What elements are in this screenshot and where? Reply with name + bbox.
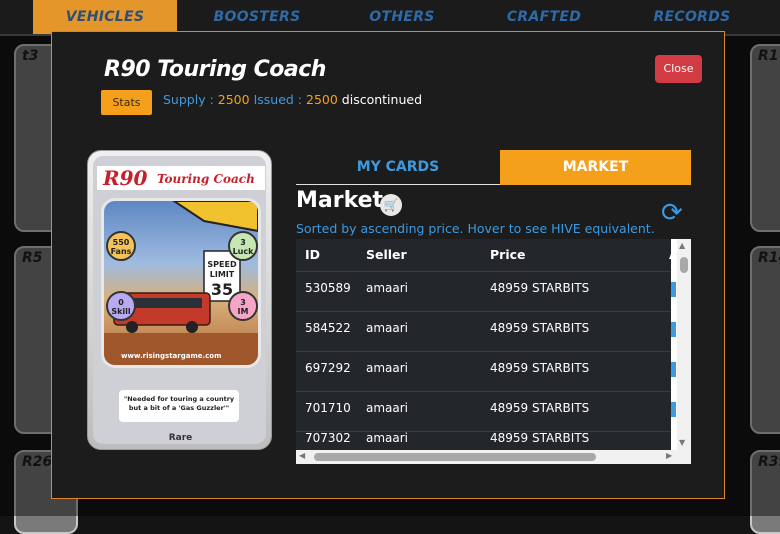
row-seller: amaari [366, 321, 409, 335]
issued-label: Issued : [253, 92, 303, 107]
row-price: 48959 STARBITS [490, 281, 590, 295]
buy-button[interactable] [671, 282, 676, 297]
card-caption: "Needed for touring a country but a bit … [119, 390, 239, 422]
column-price[interactable]: Price [490, 239, 526, 271]
skill-value: 0 [118, 298, 124, 307]
row-price: 48959 STARBITS [490, 401, 590, 415]
luck-value: 3 [240, 238, 246, 247]
card-rarity: Rare [168, 433, 193, 443]
modal-title: R90 Touring Coach [104, 57, 326, 82]
supply-value: 2500 [217, 92, 250, 107]
card-code: R90 [103, 166, 148, 190]
row-price: 48959 STARBITS [490, 361, 590, 375]
svg-text:35: 35 [211, 280, 233, 299]
cart-icon[interactable]: 🛒 [380, 194, 402, 216]
tab-others[interactable]: OTHERS [330, 0, 474, 34]
fans-label: Fans [110, 247, 132, 256]
refresh-icon[interactable]: ⟳ [661, 200, 683, 226]
im-stat: 3 IM [228, 291, 258, 321]
row-id: 530589 [305, 281, 351, 295]
buy-button[interactable] [671, 322, 676, 337]
row-seller: amaari [366, 361, 409, 375]
row-seller: amaari [366, 281, 409, 295]
scroll-left-icon[interactable]: ◀ [299, 451, 305, 460]
stats-button[interactable]: Stats [101, 90, 152, 115]
tab-boosters[interactable]: BOOSTERS [185, 0, 329, 34]
fans-value: 550 [112, 238, 130, 247]
buy-button[interactable] [671, 402, 676, 417]
card-frame: R90 Touring Coach SPEED LIMIT 35 550 Fan… [93, 156, 266, 444]
issued-value: 2500 [306, 92, 338, 107]
luck-stat: 3 Luck [228, 231, 258, 261]
card-title-banner: R90 Touring Coach [97, 166, 265, 190]
tab-market[interactable]: MARKET [500, 150, 691, 185]
row-seller: amaari [366, 401, 409, 415]
card-website: www.risingstargame.com [121, 352, 222, 360]
scroll-right-icon[interactable]: ▶ [666, 451, 672, 460]
table-header: ID Seller Price A [296, 239, 679, 271]
scroll-down-icon[interactable]: ▼ [679, 438, 685, 447]
tab-crafted[interactable]: CRAFTED [472, 0, 616, 34]
skill-label: Skill [111, 307, 131, 316]
supply-info: Supply : 2500 Issued : 2500 discontinued [163, 92, 422, 107]
im-value: 3 [240, 298, 246, 307]
vertical-scrollbar[interactable]: ▲ ▼ [677, 239, 691, 450]
luck-label: Luck [232, 247, 254, 256]
market-table: ID Seller Price A 530589 amaari 48959 ST… [296, 239, 691, 464]
im-label: IM [237, 307, 249, 316]
tab-records[interactable]: RECORDS [620, 0, 764, 34]
close-button[interactable]: Close [655, 55, 702, 83]
card-image: R90 Touring Coach SPEED LIMIT 35 550 Fan… [87, 150, 272, 450]
tab-vehicles[interactable]: VEHICLES [33, 0, 177, 34]
buy-button[interactable] [671, 362, 676, 377]
horizontal-scrollbar[interactable]: ◀ ▶ [296, 450, 691, 464]
tab-my-cards[interactable]: MY CARDS [296, 150, 500, 185]
table-row[interactable]: 584522 amaari 48959 STARBITS [296, 311, 676, 352]
bus-illustration: SPEED LIMIT 35 [104, 201, 258, 365]
status-text: discontinued [341, 92, 423, 107]
sort-note: Sorted by ascending price. Hover to see … [296, 221, 655, 236]
svg-text:LIMIT: LIMIT [210, 270, 235, 279]
fans-stat: 550 Fans [106, 231, 136, 261]
table-row[interactable]: 530589 amaari 48959 STARBITS [296, 271, 676, 312]
table-row[interactable]: 701710 amaari 48959 STARBITS [296, 391, 676, 432]
scroll-up-icon[interactable]: ▲ [679, 241, 685, 250]
row-id: 701710 [305, 401, 351, 415]
table-row[interactable]: 697292 amaari 48959 STARBITS [296, 351, 676, 392]
column-id[interactable]: ID [305, 239, 320, 271]
horizontal-scroll-thumb[interactable] [314, 453, 596, 461]
skill-stat: 0 Skill [106, 291, 136, 321]
card-detail-modal: R90 Touring Coach Close Stats Supply : 2… [51, 31, 725, 499]
vertical-scroll-thumb[interactable] [680, 257, 688, 273]
coach-illustration: SPEED LIMIT 35 550 Fans 3 Luck 0 Skill 3… [101, 198, 261, 368]
row-id: 584522 [305, 321, 351, 335]
row-id: 697292 [305, 361, 351, 375]
supply-label: Supply : [163, 92, 214, 107]
card-name: Touring Coach [157, 172, 255, 186]
column-seller[interactable]: Seller [366, 239, 407, 271]
row-price: 48959 STARBITS [490, 321, 590, 335]
market-title: Market [296, 188, 384, 213]
svg-text:SPEED: SPEED [207, 260, 237, 269]
